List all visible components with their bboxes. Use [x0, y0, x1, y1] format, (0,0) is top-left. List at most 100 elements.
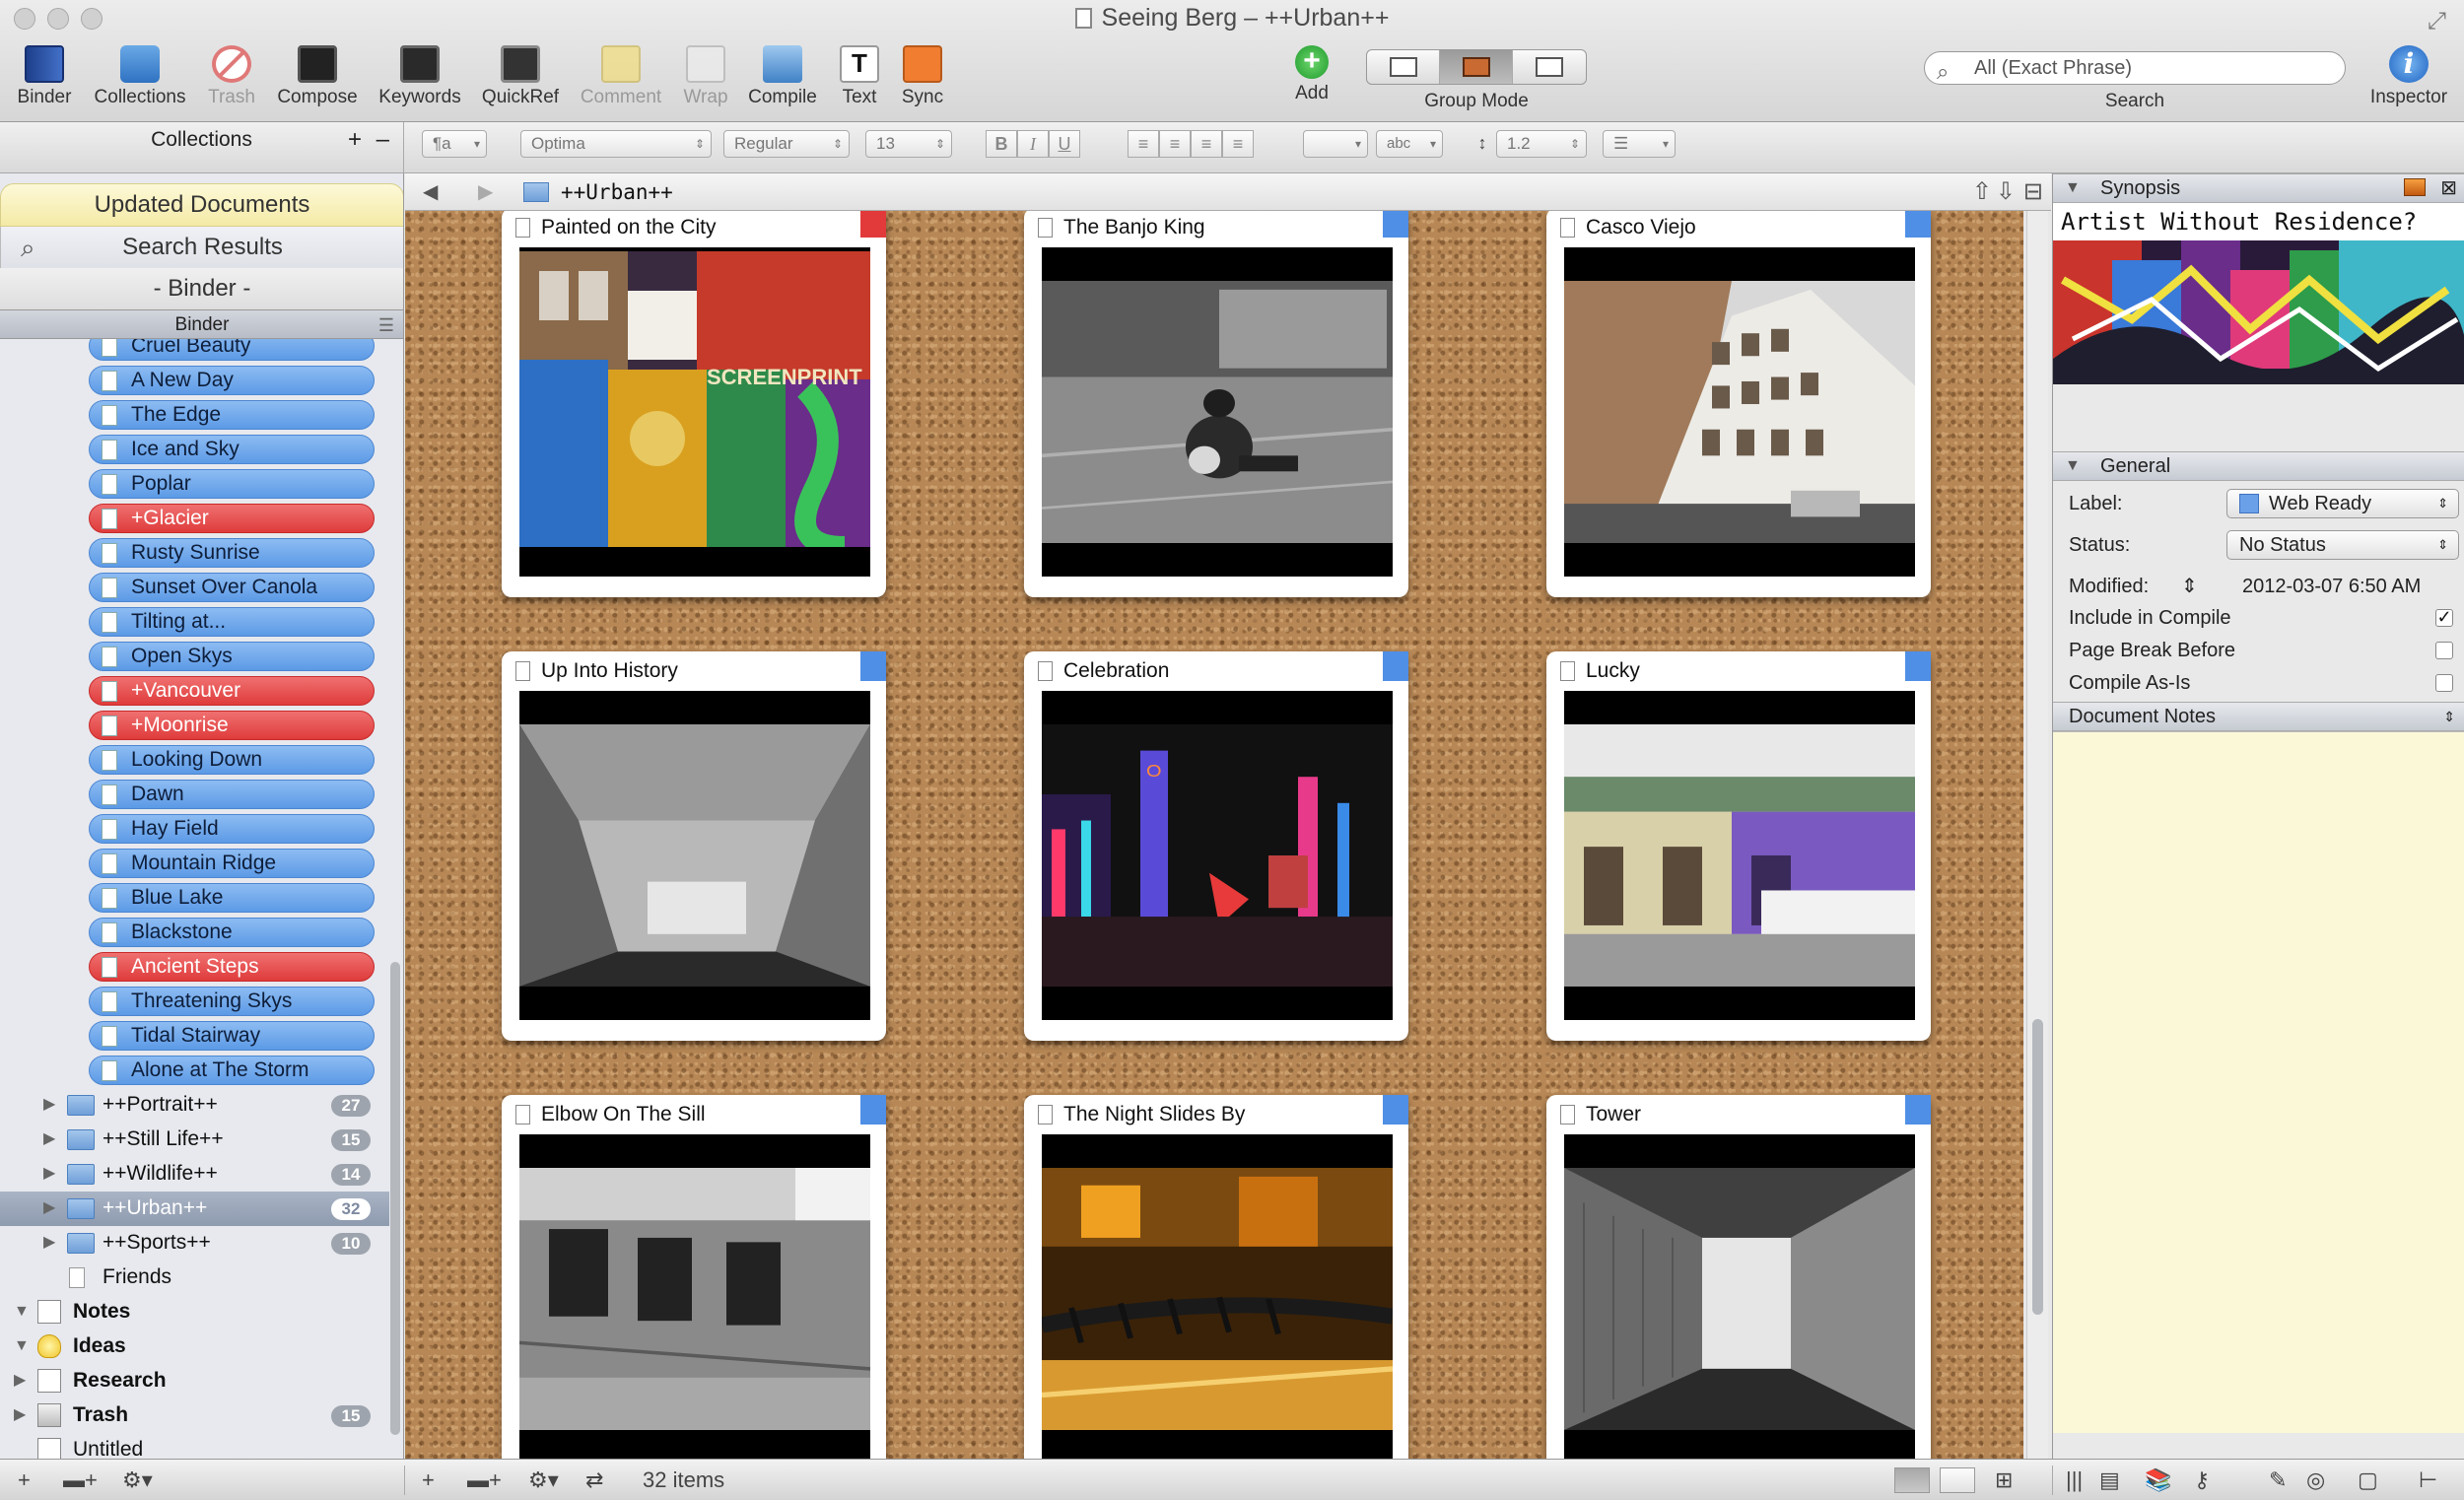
index-card[interactable]: Up Into History	[502, 651, 886, 1041]
binder-document-row[interactable]: Dawn	[0, 778, 389, 812]
bold-button[interactable]: B	[986, 130, 1017, 158]
card-title[interactable]: Lucky	[1586, 659, 1640, 683]
index-card[interactable]: Elbow On The Sill	[502, 1095, 886, 1459]
binder-document-row[interactable]: Tilting at...	[0, 605, 389, 640]
binder-document-row[interactable]: Cruel Beauty	[0, 339, 389, 364]
forward-arrow-icon[interactable]: ▶	[478, 173, 493, 211]
remove-collection-icon[interactable]: –	[376, 122, 389, 158]
synopsis-header[interactable]: ▼ Synopsis ⊠	[2053, 173, 2464, 203]
binder-document-row[interactable]: Blackstone	[0, 916, 389, 950]
align-right-button[interactable]: ≡	[1191, 130, 1222, 158]
card-title[interactable]: Painted on the City	[541, 216, 716, 239]
text-color-popup[interactable]: ▾	[1303, 130, 1368, 158]
group-mode-scrivenings[interactable]	[1367, 50, 1440, 84]
group-mode-corkboard[interactable]	[1440, 50, 1513, 84]
index-card[interactable]: The Banjo King	[1024, 211, 1408, 597]
binder-button[interactable]: Binder	[12, 45, 77, 108]
binder-document-row[interactable]: +Vancouver	[0, 674, 389, 709]
keywords-key-icon[interactable]: ⚷	[2194, 1460, 2210, 1500]
comments-icon[interactable]: ▢	[2358, 1460, 2378, 1500]
label-popup[interactable]: Web Ready ⇕	[2226, 489, 2459, 518]
list-style-popup[interactable]: ☰ ▾	[1603, 130, 1676, 158]
index-card[interactable]: Tower	[1546, 1095, 1931, 1459]
quickref-button[interactable]: QuickRef	[477, 45, 564, 108]
disclosure-open-icon[interactable]: ▼	[14, 1295, 30, 1328]
binder-document-row[interactable]: Poplar	[0, 467, 389, 502]
text-button[interactable]: T Text	[834, 45, 885, 108]
scroll-thumb[interactable]	[2032, 1019, 2043, 1315]
paragraph-style-popup[interactable]: ¶a ▾	[422, 130, 487, 158]
add-card-icon[interactable]: +	[422, 1460, 435, 1500]
disclosure-closed-icon[interactable]: ▶	[43, 1192, 55, 1224]
binder-folder-row[interactable]: ▶ ++Urban++ 32	[0, 1192, 389, 1226]
disclosure-closed-icon[interactable]: ▶	[43, 1088, 55, 1121]
group-mode-outliner[interactable]	[1513, 50, 1586, 84]
binder-document-row[interactable]: The Edge	[0, 398, 389, 433]
collection-tab-binder[interactable]: - Binder -	[0, 268, 403, 309]
index-card[interactable]: Lucky	[1546, 651, 1931, 1041]
align-left-button[interactable]: ≡	[1128, 130, 1159, 158]
binder-folder-row[interactable]: ▶ ++Portrait++ 27	[0, 1088, 389, 1123]
add-folder-icon[interactable]: ▬+	[467, 1460, 502, 1500]
binder-folder-row[interactable]: ▶ ++Wildlife++ 14	[0, 1157, 389, 1192]
menu-icon[interactable]: ☰	[378, 310, 394, 340]
document-notes-header[interactable]: Document Notes ⇕	[2053, 702, 2464, 731]
binder-document-row[interactable]: A New Day	[0, 364, 389, 398]
disclosure-closed-icon[interactable]: ▶	[43, 1226, 55, 1259]
index-card[interactable]: The Night Slides By	[1024, 1095, 1408, 1459]
compile-button[interactable]: Compile	[743, 45, 822, 108]
binder-document-row[interactable]: Open Skys	[0, 640, 389, 674]
include-compile-checkbox[interactable]: ✓	[2435, 608, 2453, 627]
synopsis-image[interactable]	[2053, 240, 2464, 384]
binder-document-row[interactable]: Ancient Steps	[0, 950, 389, 985]
binder-document-row[interactable]: Friends	[0, 1261, 389, 1295]
close-icon[interactable]: ⊠	[2440, 174, 2457, 202]
binder-document-row[interactable]: Blue Lake	[0, 881, 389, 916]
collections-button[interactable]: Collections	[87, 45, 193, 108]
card-title[interactable]: Casco Viejo	[1586, 216, 1696, 239]
compose-button[interactable]: Compose	[272, 45, 363, 108]
binder-document-row[interactable]: Sunset Over Canola	[0, 571, 389, 605]
card-title[interactable]: Celebration	[1063, 659, 1169, 683]
notes-icon[interactable]: ▤	[2099, 1460, 2120, 1500]
bookmarks-icon[interactable]: |||	[2066, 1460, 2083, 1500]
navigate-down-icon[interactable]: ⇩	[1996, 173, 2016, 211]
corkboard-scrollbar[interactable]	[2026, 211, 2048, 1459]
line-spacing-popup[interactable]: 1.2 ⇕	[1496, 130, 1587, 158]
corkboard-grid-button[interactable]	[1894, 1467, 1930, 1493]
card-title[interactable]: Elbow On The Sill	[541, 1103, 706, 1126]
disclosure-closed-icon[interactable]: ▶	[43, 1157, 55, 1190]
image-mode-icon[interactable]	[2404, 178, 2426, 196]
binder-document-row[interactable]: +Glacier	[0, 502, 389, 536]
binder-document-row[interactable]: Alone at The Storm	[0, 1054, 389, 1088]
back-arrow-icon[interactable]: ◀	[423, 173, 438, 211]
synopsis-title[interactable]: Artist Without Residence?	[2053, 203, 2464, 240]
add-collection-icon[interactable]: +	[348, 122, 362, 158]
card-title[interactable]: The Banjo King	[1063, 216, 1205, 239]
binder-document-row[interactable]: Threatening Skys	[0, 985, 389, 1019]
font-size-popup[interactable]: 13 ⇕	[865, 130, 952, 158]
document-proxy-icon[interactable]	[1074, 8, 1092, 29]
add-document-icon[interactable]: +	[18, 1460, 31, 1500]
binder-folder-row[interactable]: ▶ ++Sports++ 10	[0, 1226, 389, 1261]
sync-button[interactable]: Sync	[897, 45, 948, 108]
binder-document-row[interactable]: Hay Field	[0, 812, 389, 847]
status-popup[interactable]: No Status ⇕	[2226, 530, 2459, 560]
underline-button[interactable]: U	[1049, 130, 1080, 158]
binder-top-level-row[interactable]: ▼ Notes	[0, 1295, 389, 1330]
inspector-button[interactable]: i Inspector	[2360, 45, 2458, 108]
typeface-popup[interactable]: Regular ⇕	[723, 130, 850, 158]
editor-path-label[interactable]: ++Urban++	[561, 173, 673, 211]
disclosure-closed-icon[interactable]: ▶	[43, 1123, 55, 1155]
lock-icon[interactable]: ⊢	[2419, 1460, 2437, 1500]
page-break-checkbox[interactable]	[2435, 642, 2453, 659]
compile-as-is-checkbox[interactable]	[2435, 674, 2453, 692]
comment-button[interactable]: Comment	[576, 45, 666, 108]
wrap-button[interactable]: Wrap	[678, 45, 733, 108]
font-family-popup[interactable]: Optima ⇕	[520, 130, 712, 158]
binder-document-row[interactable]: Tidal Stairway	[0, 1019, 389, 1054]
trash-button[interactable]: Trash	[201, 45, 262, 108]
index-card[interactable]: Celebration O	[1024, 651, 1408, 1041]
justify-button[interactable]: ≡	[1222, 130, 1254, 158]
disclosure-closed-icon[interactable]: ▶	[14, 1364, 26, 1397]
